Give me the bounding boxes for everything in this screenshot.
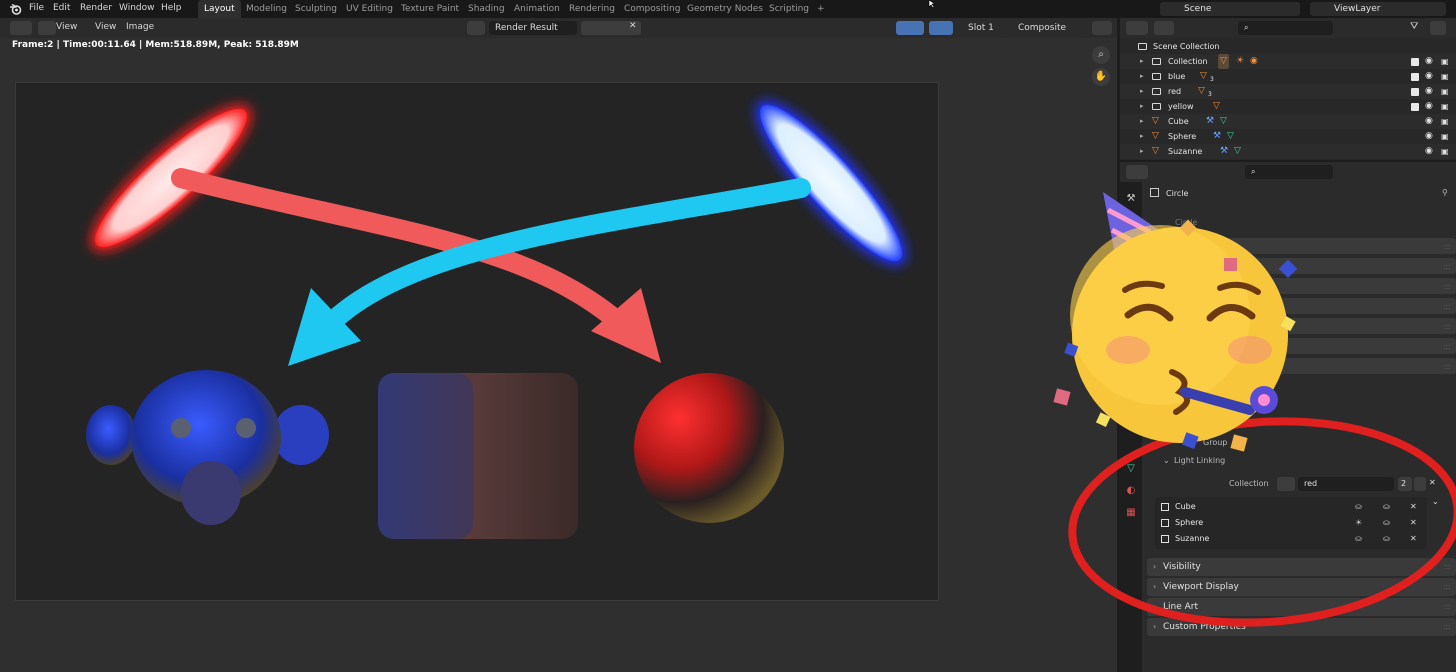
annotation-ellipse (1068, 417, 1456, 627)
annotation-overlay (1053, 192, 1456, 627)
party-face-emoji (1053, 192, 1298, 452)
